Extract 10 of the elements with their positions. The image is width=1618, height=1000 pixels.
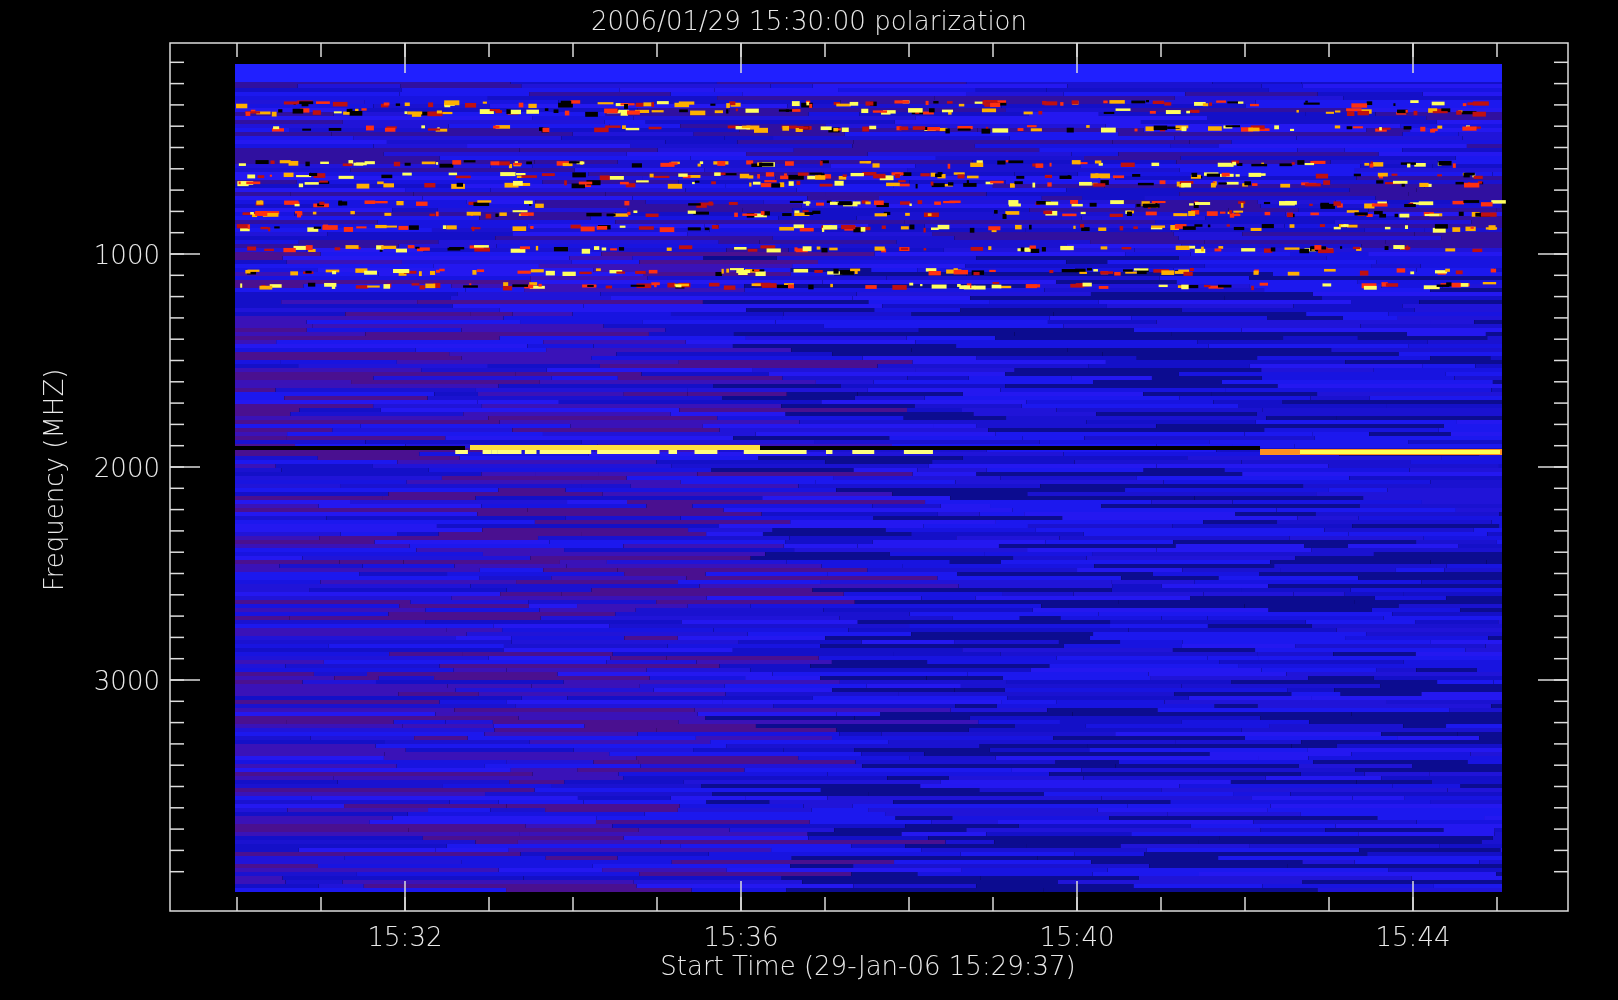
x-tick-label: 15:36 xyxy=(703,922,779,952)
x-tick-label: 15:40 xyxy=(1039,922,1115,952)
x-tick-label: 15:44 xyxy=(1375,922,1451,952)
y-tick-label: 3000 xyxy=(93,666,160,696)
y-tick-label: 1000 xyxy=(93,240,160,270)
x-axis-label: Start Time (29-Jan-06 15:29:37) xyxy=(660,951,1076,981)
y-axis-label: Frequency (MHZ) xyxy=(39,368,69,592)
plot-title: 2006/01/29 15:30:00 polarization xyxy=(591,6,1027,36)
y-tick-label: 2000 xyxy=(93,453,160,483)
x-tick-label: 15:32 xyxy=(367,922,443,952)
